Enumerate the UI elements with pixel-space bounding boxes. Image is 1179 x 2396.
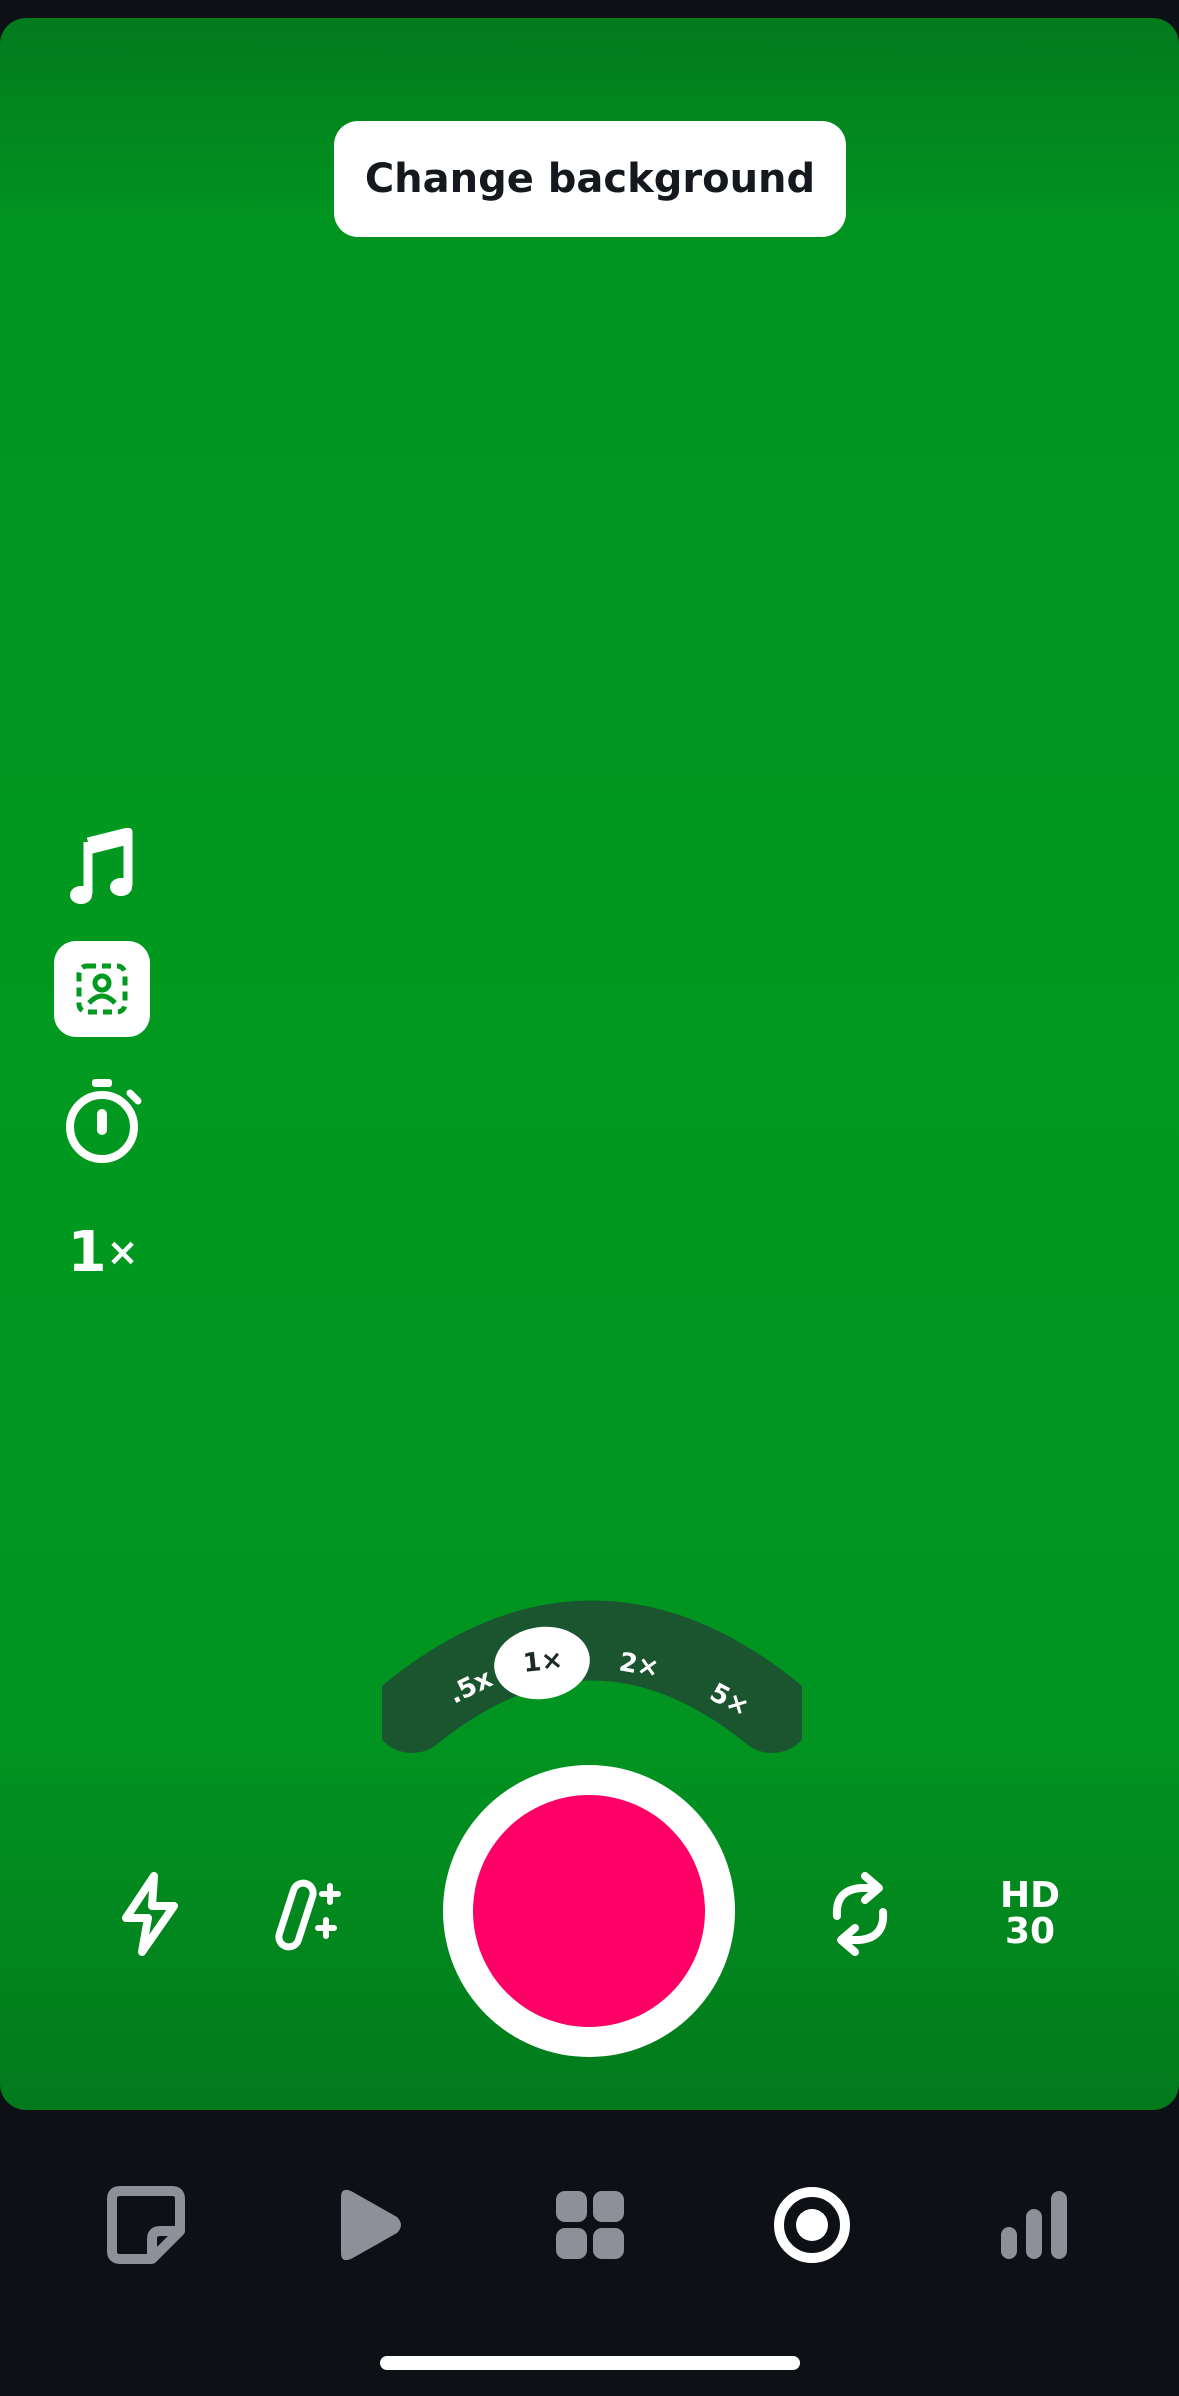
record-tab-icon [774,2187,850,2263]
tab-record[interactable] [757,2170,867,2280]
camera-viewfinder[interactable]: Change background 1× .5x 1× 2× 5× HD 30 [0,18,1179,2110]
flip-camera-button[interactable] [810,1864,910,1964]
tab-stats[interactable] [979,2170,1089,2280]
music-note-icon [70,828,133,904]
quality-button[interactable]: HD 30 [980,1864,1080,1964]
grid-icon [556,2191,624,2259]
zoom-selector[interactable]: .5x 1× 2× 5× [382,1588,802,1788]
magic-wand-icon [275,1879,341,1951]
speed-button[interactable]: 1× [54,1204,150,1300]
speed-readout: 1× [67,1219,139,1285]
person-frame-icon [76,963,128,1015]
screen: Change background 1× .5x 1× 2× 5× HD 30 [0,0,1179,2396]
tab-notes[interactable] [91,2170,201,2280]
flip-camera-icon [832,1872,888,1956]
note-icon [107,2186,185,2264]
record-button-inner [473,1795,705,2027]
play-icon [341,2189,401,2261]
home-indicator[interactable] [380,2356,800,2370]
music-button[interactable] [54,820,150,916]
tab-play[interactable] [313,2170,423,2280]
green-screen-button[interactable] [54,941,150,1037]
timer-icon [66,1079,142,1163]
stats-icon [1001,2191,1067,2259]
tab-grid[interactable] [535,2170,645,2280]
timer-button[interactable] [54,1074,150,1170]
record-button[interactable] [443,1765,735,2057]
flash-button[interactable] [100,1864,200,1964]
quality-badge: HD 30 [999,1875,1060,1952]
flash-icon [122,1872,178,1956]
zoom-option-1[interactable]: 1× [522,1645,565,1679]
tab-bar [0,2110,1179,2396]
change-background-button[interactable]: Change background [334,121,846,237]
effects-button[interactable] [264,1864,364,1964]
